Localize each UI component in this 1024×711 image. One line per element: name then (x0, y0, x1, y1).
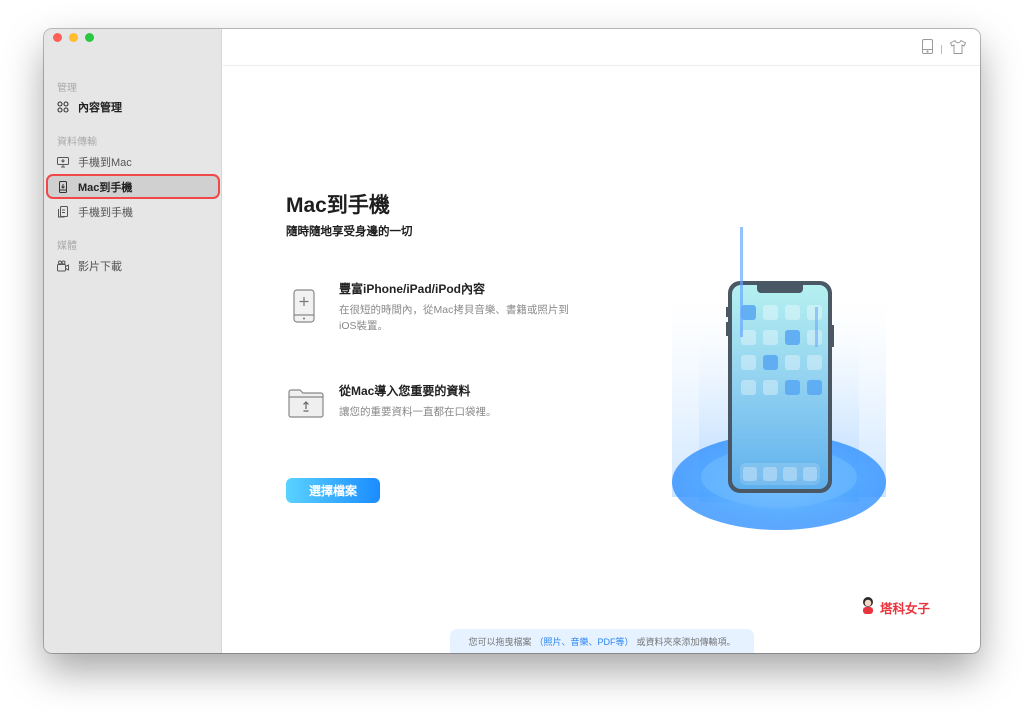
sidebar-item-label: 手機到Mac (78, 156, 132, 169)
sidebar-item-phone-to-mac[interactable]: 手機到Mac (48, 151, 218, 172)
zoom-button[interactable] (85, 33, 94, 42)
app-icon-tile (785, 380, 800, 395)
app-icon-tile (763, 380, 778, 395)
section-label-transfer: 資料傳輸 (57, 137, 97, 148)
sidebar-item-mac-to-phone[interactable]: Mac到手機 (48, 176, 218, 197)
toolbar (223, 29, 980, 66)
app-icon-tile (807, 355, 822, 370)
app-icon-tile (807, 380, 822, 395)
close-button[interactable] (53, 33, 62, 42)
app-icon-tile (807, 330, 822, 345)
app-icon-tile (741, 305, 756, 320)
section-label-media: 媒體 (57, 241, 77, 252)
sidebar: 管理 內容管理 資料傳輸 手機到Mac Mac到手機 手機到手機 媒體 影片下載 (44, 29, 222, 653)
app-icon-tile (763, 330, 778, 345)
sidebar-item-content-manage[interactable]: 內容管理 (48, 96, 218, 117)
toolbar-divider (941, 44, 942, 54)
app-icon-tile (785, 305, 800, 320)
sidebar-item-video-download[interactable]: 影片下載 (48, 255, 218, 276)
device-icon[interactable] (922, 39, 933, 59)
app-icon-tile (807, 305, 822, 320)
app-icon-tile (763, 355, 778, 370)
feature-title: 豐富iPhone/iPad/iPod內容 (339, 282, 486, 296)
phone-illustration (659, 227, 899, 547)
app-icon-tile (785, 355, 800, 370)
phone-plus-icon (293, 289, 315, 328)
monitor-icon (57, 156, 69, 168)
avatar-icon (860, 596, 876, 619)
app-icon-tile (763, 305, 778, 320)
hint-prefix: 您可以拖曳檔案 (468, 636, 532, 647)
folder-upload-icon (288, 388, 324, 423)
video-download-icon (57, 260, 69, 272)
sidebar-item-phone-to-phone[interactable]: 手機到手機 (48, 201, 218, 222)
app-icon-tile (741, 355, 756, 370)
feature-description: 在很短的時間內，從Mac拷貝音樂、書籍或照片到iOS裝置。 (339, 304, 569, 332)
sidebar-item-label: 影片下載 (78, 260, 122, 273)
hint-file-types: （照片、音樂、PDF等） (534, 636, 634, 647)
phone-import-icon (57, 180, 69, 193)
app-icon-tile (741, 330, 756, 345)
watermark: 塔科女子 (860, 596, 930, 619)
feature-description: 讓您的重要資料一直都在口袋裡。 (339, 406, 497, 418)
sidebar-item-label: 內容管理 (78, 101, 122, 114)
tshirt-icon[interactable] (949, 39, 967, 59)
section-label-manage: 管理 (57, 83, 77, 94)
choose-file-button[interactable]: 選擇檔案 (286, 478, 380, 503)
page-subtitle: 隨時隨地享受身邊的一切 (286, 226, 413, 238)
app-icon-tile (785, 330, 800, 345)
app-icon-tile (741, 380, 756, 395)
app-window: 管理 內容管理 資料傳輸 手機到Mac Mac到手機 手機到手機 媒體 影片下載… (44, 29, 980, 653)
feature-title: 從Mac導入您重要的資料 (339, 384, 471, 398)
page-title: Mac到手機 (286, 194, 390, 217)
window-controls (53, 33, 94, 42)
sidebar-item-label: Mac到手機 (78, 181, 133, 194)
drag-drop-hint: 您可以拖曳檔案 （照片、音樂、PDF等） 或資料夾來添加傳輸項。 (450, 629, 754, 653)
hint-suffix: 或資料夾來添加傳輸項。 (636, 636, 736, 647)
phone-to-phone-icon (57, 205, 69, 218)
sidebar-item-label: 手機到手機 (78, 206, 133, 219)
minimize-button[interactable] (69, 33, 78, 42)
watermark-text: 塔科女子 (880, 602, 931, 616)
main-panel: Mac到手機 隨時隨地享受身邊的一切 豐富iPhone/iPad/iPod內容 … (223, 67, 980, 653)
grid-icon (57, 100, 69, 113)
